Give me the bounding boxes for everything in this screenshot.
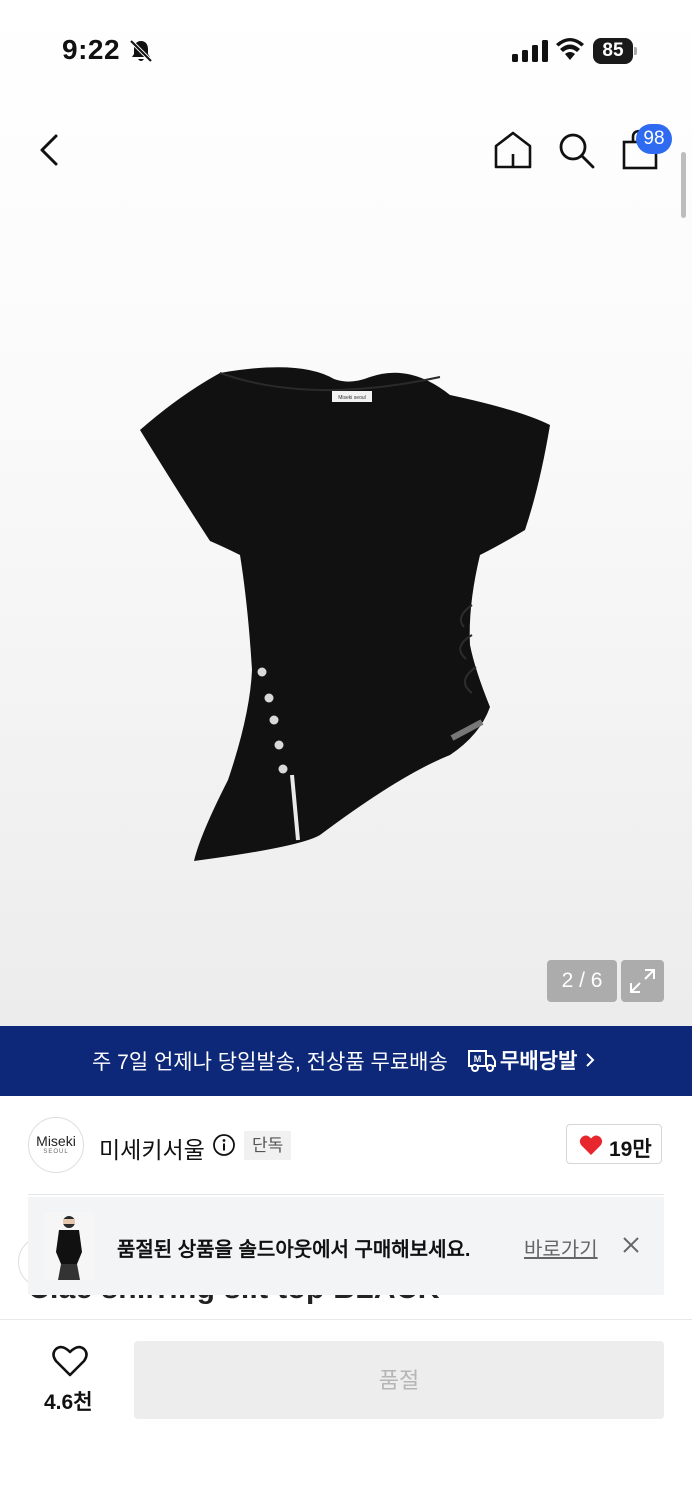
delivery-service-name: 무배당발 [500, 1050, 578, 1073]
product-photo: Miseki seoul [140, 367, 550, 861]
brand-like-button[interactable]: 19만 [566, 1124, 662, 1164]
toast-message: 품절된 상품을 솔드아웃에서 구매해보세요. [117, 1239, 471, 1261]
delivery-banner-text: 주 7일 언제나 당일발송, 전상품 무료배송 [92, 1051, 448, 1074]
garment-label: Miseki seoul [338, 395, 366, 401]
cellular-signal-icon [512, 40, 548, 62]
toast-go-link[interactable]: 바로가기 [524, 1233, 598, 1262]
brand-like-count: 19만 [609, 1138, 652, 1161]
heart-outline-icon[interactable] [52, 1345, 88, 1377]
chevron-right-icon [586, 1053, 595, 1067]
status-time: 9:22 [62, 34, 121, 65]
bell-muted-icon [129, 39, 153, 63]
bottom-divider [0, 1319, 692, 1320]
heart-filled-icon [579, 1135, 603, 1155]
home-icon[interactable] [492, 128, 534, 172]
brand-logo[interactable]: Miseki SEOUL [28, 1117, 84, 1173]
battery-indicator: 85 [593, 38, 639, 64]
brand-logo-subtext: SEOUL [43, 1149, 69, 1155]
soldout-button[interactable]: 품절 [134, 1341, 664, 1419]
search-icon[interactable] [556, 130, 596, 170]
wishlist-count: 4.6천 [44, 1391, 93, 1414]
image-pager: 2 / 6 [547, 960, 617, 1002]
brand-logo-text: Miseki [36, 1133, 76, 1149]
delivery-truck-icon: M [468, 1050, 496, 1072]
cart-count-badge: 98 [636, 124, 672, 154]
wifi-icon [556, 38, 584, 60]
back-arrow-icon[interactable] [30, 128, 70, 172]
divider [28, 1194, 664, 1195]
brand-name[interactable]: 미세키서울 [99, 1131, 205, 1165]
expand-icon[interactable] [621, 960, 664, 1002]
svg-text:M: M [474, 1054, 482, 1064]
close-icon[interactable] [620, 1234, 642, 1256]
exclusive-badge: 단독 [244, 1131, 292, 1160]
model-thumbnail [44, 1212, 94, 1280]
scrollbar[interactable] [681, 152, 686, 218]
battery-level: 85 [593, 38, 633, 64]
info-icon[interactable] [212, 1133, 236, 1157]
